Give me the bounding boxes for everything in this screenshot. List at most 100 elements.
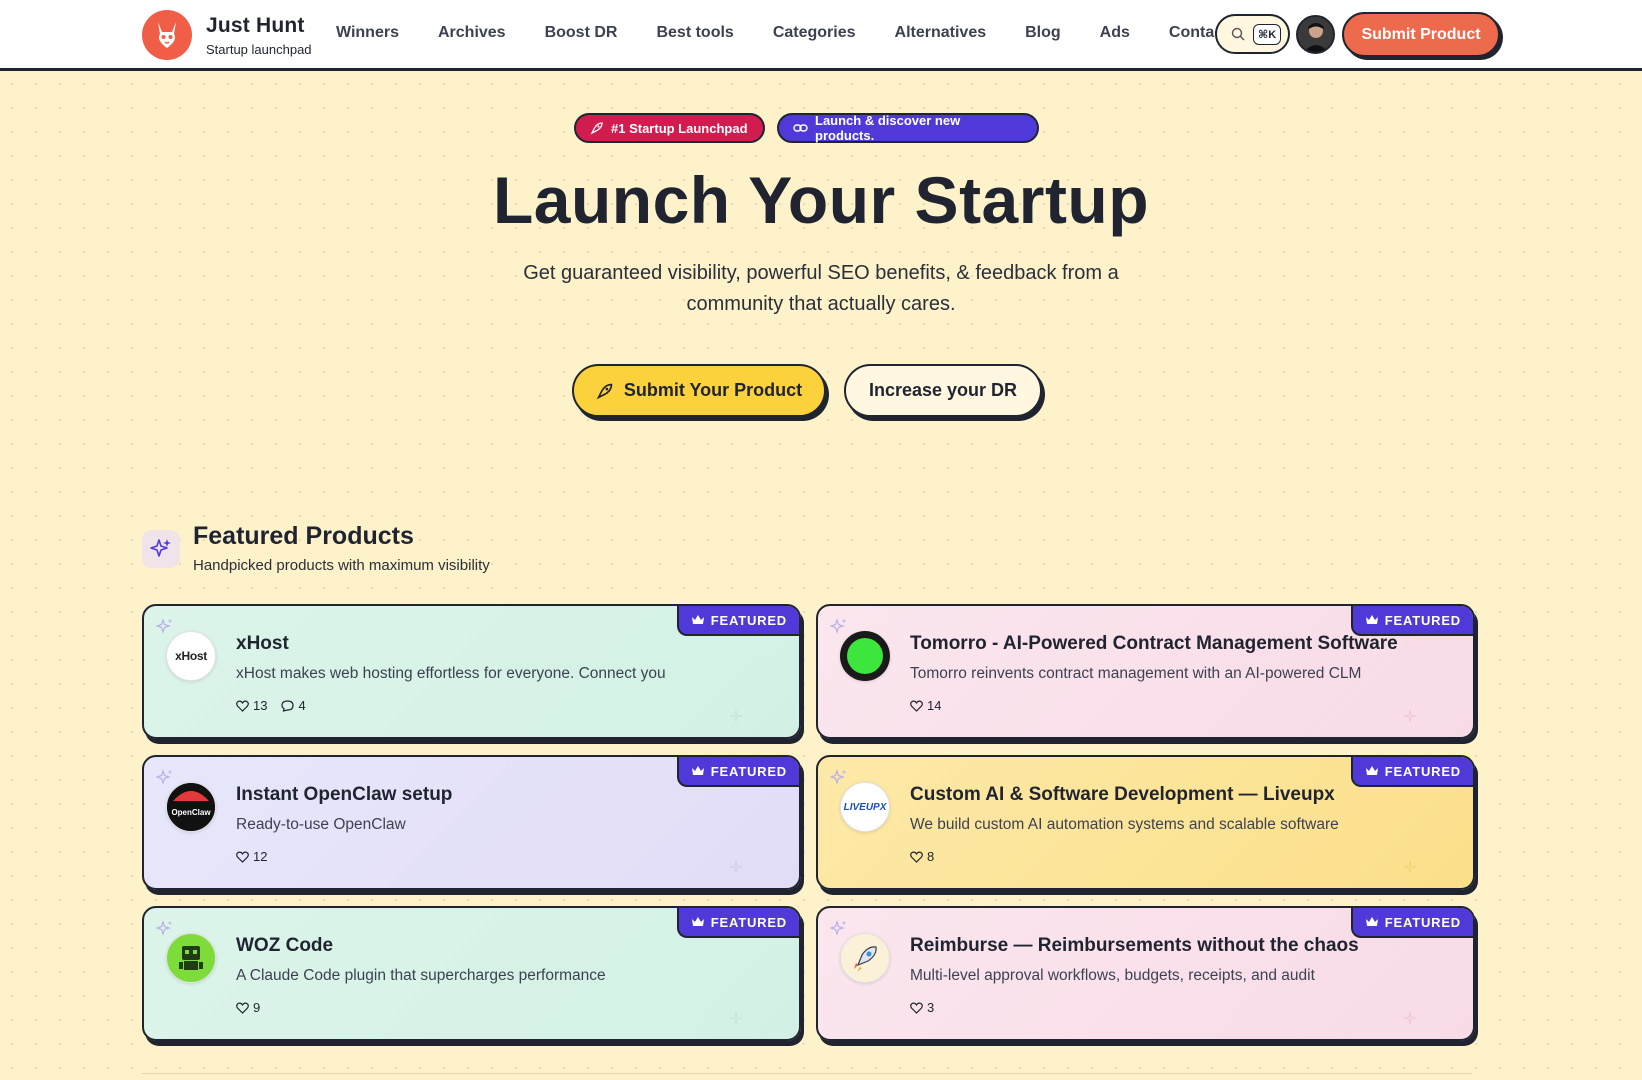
crown-icon xyxy=(691,615,704,624)
sparkle-icon xyxy=(1403,1011,1417,1025)
product-name[interactable]: WOZ Code xyxy=(236,935,333,957)
product-logo: LIVEUPX xyxy=(840,782,890,832)
brand-name[interactable]: Just Hunt xyxy=(206,14,305,38)
featured-tag: FEATURED xyxy=(1350,908,1473,938)
like-count[interactable]: 8 xyxy=(910,849,934,864)
product-meta: 8 xyxy=(910,849,934,864)
featured-section-subtitle: Handpicked products with maximum visibil… xyxy=(193,557,490,574)
product-meta: 3 xyxy=(910,1000,934,1015)
search-button[interactable]: ⌘K xyxy=(1215,14,1290,54)
robot-logo-icon xyxy=(179,946,203,970)
like-count-value: 8 xyxy=(927,849,935,864)
featured-tag-label: FEATURED xyxy=(1384,612,1461,628)
brand-tagline: Startup launchpad xyxy=(206,42,312,57)
like-count[interactable]: 9 xyxy=(236,1000,260,1015)
main-nav: Winners Archives Boost DR Best tools Cat… xyxy=(336,24,1267,42)
featured-tag-label: FEATURED xyxy=(710,612,787,628)
openclaw-logo-text: OpenClaw xyxy=(171,808,211,817)
product-logo: OpenClaw xyxy=(166,782,216,832)
featured-tag-label: FEATURED xyxy=(710,914,787,930)
product-card-openclaw[interactable]: FEATURED OpenClaw Instant OpenClaw setup… xyxy=(142,755,801,890)
search-icon xyxy=(1231,27,1245,41)
featured-section-title: Featured Products xyxy=(193,522,414,550)
sparkle-icon xyxy=(729,860,743,874)
rocket-icon xyxy=(596,383,613,399)
liveupx-logo-text: LIVEUPX xyxy=(843,801,887,813)
product-logo: xHost xyxy=(166,631,216,681)
brand-logo-icon[interactable] xyxy=(142,10,192,60)
like-count-value: 9 xyxy=(253,1000,261,1015)
sparkle-icon xyxy=(156,769,172,785)
crown-icon xyxy=(691,917,704,926)
submit-product-button[interactable]: Submit Product xyxy=(1342,12,1500,57)
product-meta: 13 4 xyxy=(236,698,306,713)
launch-discover-badge: Launch & discover new products. xyxy=(777,113,1039,143)
featured-tag: FEATURED xyxy=(1350,606,1473,636)
sparkle-icon xyxy=(830,618,846,634)
featured-tag-label: FEATURED xyxy=(710,763,787,779)
heart-icon xyxy=(910,700,923,712)
sparkles-icon xyxy=(142,530,180,568)
heart-icon xyxy=(236,700,249,712)
top-header: Just Hunt Startup launchpad Winners Arch… xyxy=(0,0,1642,71)
like-count-value: 13 xyxy=(253,698,268,713)
product-name[interactable]: Custom AI & Software Development — Liveu… xyxy=(910,784,1335,806)
button-label: Submit Your Product xyxy=(623,380,803,400)
startup-launchpad-badge: #1 Startup Launchpad xyxy=(574,113,765,143)
sparkle-icon xyxy=(1403,860,1417,874)
nav-winners[interactable]: Winners xyxy=(336,24,399,42)
product-name[interactable]: xHost xyxy=(236,633,289,655)
product-card-xhost[interactable]: FEATURED xHost xHost xHost makes web hos… xyxy=(142,604,801,739)
product-card-reimburse[interactable]: FEATURED Reimburse — Reimbursements with… xyxy=(816,906,1475,1041)
heart-icon xyxy=(236,1002,249,1014)
product-meta: 12 xyxy=(236,849,267,864)
nav-boost-dr[interactable]: Boost DR xyxy=(545,24,618,42)
product-name[interactable]: Tomorro - AI-Powered Contract Management… xyxy=(910,633,1398,655)
sparkle-icon xyxy=(729,709,743,723)
nav-ads[interactable]: Ads xyxy=(1100,24,1130,42)
like-count-value: 12 xyxy=(253,849,268,864)
nav-best-tools[interactable]: Best tools xyxy=(656,24,733,42)
nav-archives[interactable]: Archives xyxy=(438,24,506,42)
product-name[interactable]: Instant OpenClaw setup xyxy=(236,784,452,806)
product-meta: 9 xyxy=(236,1000,260,1015)
like-count[interactable]: 13 xyxy=(236,698,267,713)
hero-subtitle: Get guaranteed visibility, powerful SEO … xyxy=(471,258,1171,320)
heart-icon xyxy=(910,1002,923,1014)
like-count[interactable]: 14 xyxy=(910,698,941,713)
featured-tag: FEATURED xyxy=(676,606,799,636)
sparkle-icon xyxy=(156,920,172,936)
like-count-value: 14 xyxy=(927,698,942,713)
like-count-value: 3 xyxy=(927,1000,935,1015)
nav-categories[interactable]: Categories xyxy=(773,24,856,42)
product-description: Ready-to-use OpenClaw xyxy=(236,816,406,833)
product-card-liveupx[interactable]: FEATURED LIVEUPX Custom AI & Software De… xyxy=(816,755,1475,890)
nav-blog[interactable]: Blog xyxy=(1025,24,1061,42)
product-description: We build custom AI automation systems an… xyxy=(910,816,1339,833)
featured-tag: FEATURED xyxy=(1350,757,1473,787)
rocket-icon xyxy=(590,122,603,135)
rocket-logo-icon xyxy=(854,946,877,972)
product-card-tomorro[interactable]: FEATURED Tomorro - AI-Powered Contract M… xyxy=(816,604,1475,739)
featured-tag: FEATURED xyxy=(676,757,799,787)
heart-icon xyxy=(236,851,249,863)
product-card-woz-code[interactable]: FEATURED WOZ Code A Claude Code plugin t… xyxy=(142,906,801,1041)
product-logo xyxy=(166,933,216,983)
comment-icon xyxy=(281,699,295,712)
heart-icon xyxy=(910,851,923,863)
link-icon xyxy=(793,124,808,132)
user-avatar[interactable] xyxy=(1296,15,1335,54)
nav-alternatives[interactable]: Alternatives xyxy=(895,24,987,42)
increase-dr-button[interactable]: Increase your DR xyxy=(844,364,1042,417)
like-count[interactable]: 12 xyxy=(236,849,267,864)
sparkle-icon xyxy=(729,1011,743,1025)
submit-your-product-button[interactable]: Submit Your Product xyxy=(572,364,826,417)
product-meta: 14 xyxy=(910,698,941,713)
sparkle-icon xyxy=(1403,709,1417,723)
badge-label: Launch & discover new products. xyxy=(815,113,961,143)
green-circle-logo-icon xyxy=(847,638,883,674)
comment-count[interactable]: 4 xyxy=(281,698,306,713)
hero-title: Launch Your Startup xyxy=(492,163,1150,237)
like-count[interactable]: 3 xyxy=(910,1000,934,1015)
product-name[interactable]: Reimburse — Reimbursements without the c… xyxy=(910,935,1359,957)
